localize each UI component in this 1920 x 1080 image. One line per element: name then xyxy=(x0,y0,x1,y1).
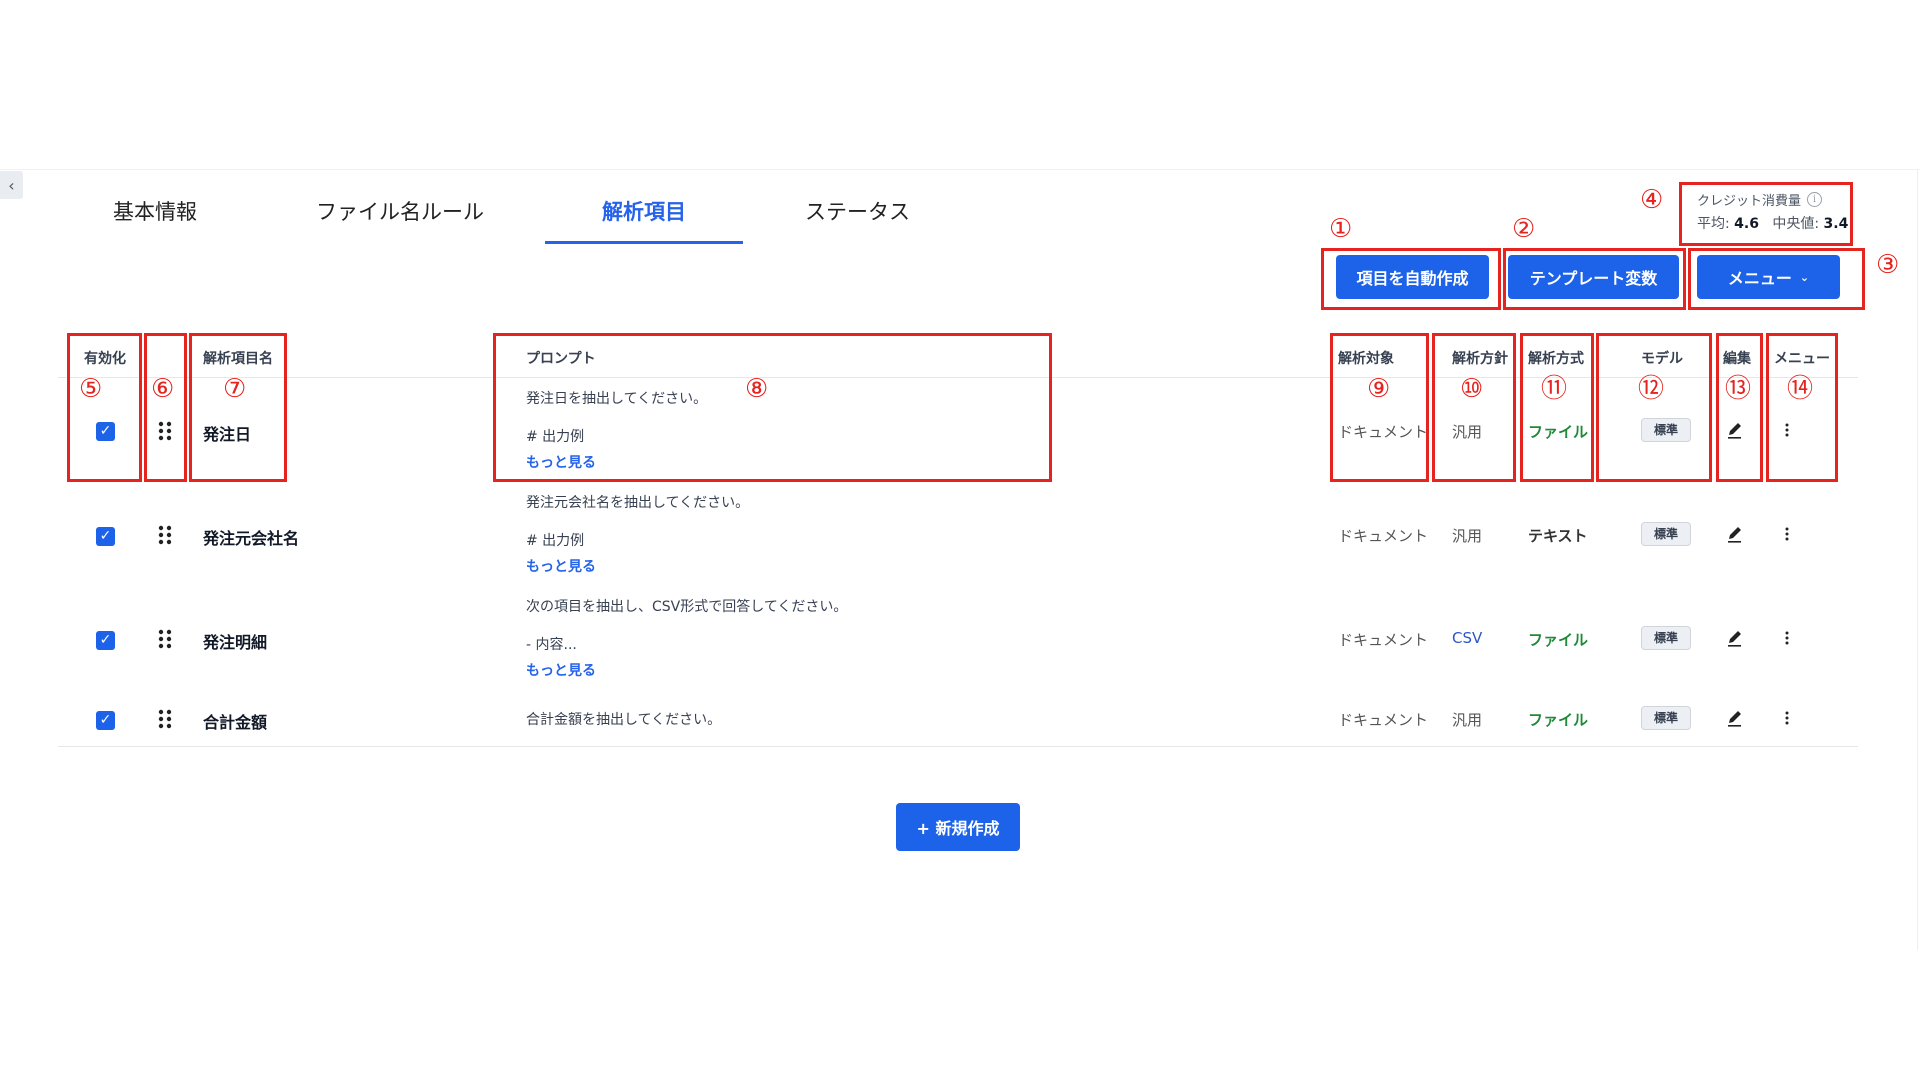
row-enabled-checkbox[interactable]: ✓ xyxy=(96,527,115,546)
annotation-box-10 xyxy=(1432,333,1516,482)
row-prompt-line1: 次の項目を抽出し、CSV形式で回答してください。 xyxy=(526,599,848,615)
new-item-button[interactable]: + 新規作成 xyxy=(896,803,1020,851)
tab-filename-rule[interactable]: ファイル名ルール xyxy=(300,196,500,230)
annotation-box-3 xyxy=(1688,248,1865,310)
row-model-badge: 標準 xyxy=(1641,626,1691,650)
annotation-number-11: ⑪ xyxy=(1541,374,1568,404)
edit-icon[interactable] xyxy=(1727,525,1743,543)
annotation-number-5: ⑤ xyxy=(79,374,103,404)
row-method: テキスト xyxy=(1528,527,1588,545)
annotation-number-13: ⑬ xyxy=(1725,374,1752,404)
panel-top-border xyxy=(0,169,1920,170)
chevron-left-icon: ‹ xyxy=(8,175,15,195)
annotation-box-8 xyxy=(493,333,1052,482)
annotation-box-6 xyxy=(144,333,187,482)
row-item-name: 発注元会社名 xyxy=(203,529,300,548)
row-prompt-line2: # 出力例 xyxy=(526,533,585,549)
annotation-number-4: ④ xyxy=(1640,185,1664,215)
annotation-box-7 xyxy=(189,333,287,482)
row-model-badge: 標準 xyxy=(1641,522,1691,546)
tab-basic-info[interactable]: 基本情報 xyxy=(95,196,215,230)
row-model-badge: 標準 xyxy=(1641,706,1691,730)
row-item-name: 発注明細 xyxy=(203,633,268,652)
row-enabled-checkbox[interactable]: ✓ xyxy=(96,711,115,730)
annotation-number-3: ③ xyxy=(1876,250,1900,280)
edit-icon[interactable] xyxy=(1727,629,1743,647)
annotation-box-4 xyxy=(1679,182,1853,246)
active-tab-indicator xyxy=(545,241,743,244)
row-prompt-line1: 発注元会社名を抽出してください。 xyxy=(526,495,750,511)
row-method: ファイル xyxy=(1528,631,1589,649)
annotation-number-9: ⑨ xyxy=(1367,374,1391,404)
drag-handle-icon[interactable] xyxy=(157,629,173,649)
annotation-number-6: ⑥ xyxy=(151,374,175,404)
collapse-sidebar-button[interactable]: ‹ xyxy=(0,171,23,199)
drag-handle-icon[interactable] xyxy=(157,525,173,545)
row-target: ドキュメント xyxy=(1338,527,1429,545)
panel-right-border xyxy=(1917,170,1918,950)
row-policy: CSV xyxy=(1452,629,1483,647)
edit-icon[interactable] xyxy=(1727,709,1743,727)
annotation-number-8: ⑧ xyxy=(745,374,769,404)
annotation-box-9 xyxy=(1330,333,1429,482)
row-policy: 汎用 xyxy=(1452,527,1483,545)
row-enabled-checkbox[interactable]: ✓ xyxy=(96,631,115,650)
row-method: ファイル xyxy=(1528,711,1589,729)
show-more-link[interactable]: もっと見る xyxy=(526,660,596,680)
annotation-box-2 xyxy=(1503,248,1686,310)
annotation-box-5 xyxy=(67,333,142,482)
row-target: ドキュメント xyxy=(1338,711,1429,729)
annotation-number-1: ① xyxy=(1329,214,1353,244)
annotation-number-2: ② xyxy=(1512,214,1536,244)
tab-status[interactable]: ステータス xyxy=(790,196,925,230)
annotation-box-14 xyxy=(1766,333,1838,482)
tab-analysis-items[interactable]: 解析項目 xyxy=(545,196,743,230)
row-prompt-line1: 合計金額を抽出してください。 xyxy=(526,712,722,728)
row-prompt-line2: - 内容... xyxy=(526,637,577,653)
annotation-box-13 xyxy=(1716,333,1763,482)
kebab-menu-icon[interactable] xyxy=(1779,629,1795,647)
kebab-menu-icon[interactable] xyxy=(1779,525,1795,543)
annotation-number-14: ⑭ xyxy=(1787,374,1814,404)
annotation-box-1 xyxy=(1321,248,1501,310)
annotation-number-12: ⑫ xyxy=(1638,374,1665,404)
annotation-number-7: ⑦ xyxy=(223,374,247,404)
show-more-link[interactable]: もっと見る xyxy=(526,556,596,576)
annotation-box-11 xyxy=(1520,333,1594,482)
annotation-box-12 xyxy=(1596,333,1712,482)
table-bottom-divider xyxy=(58,746,1858,747)
row-policy: 汎用 xyxy=(1452,711,1483,729)
drag-handle-icon[interactable] xyxy=(157,709,173,729)
row-item-name: 合計金額 xyxy=(203,713,268,732)
kebab-menu-icon[interactable] xyxy=(1779,709,1795,727)
annotation-number-10: ⑩ xyxy=(1460,374,1484,404)
row-target: ドキュメント xyxy=(1338,631,1429,649)
